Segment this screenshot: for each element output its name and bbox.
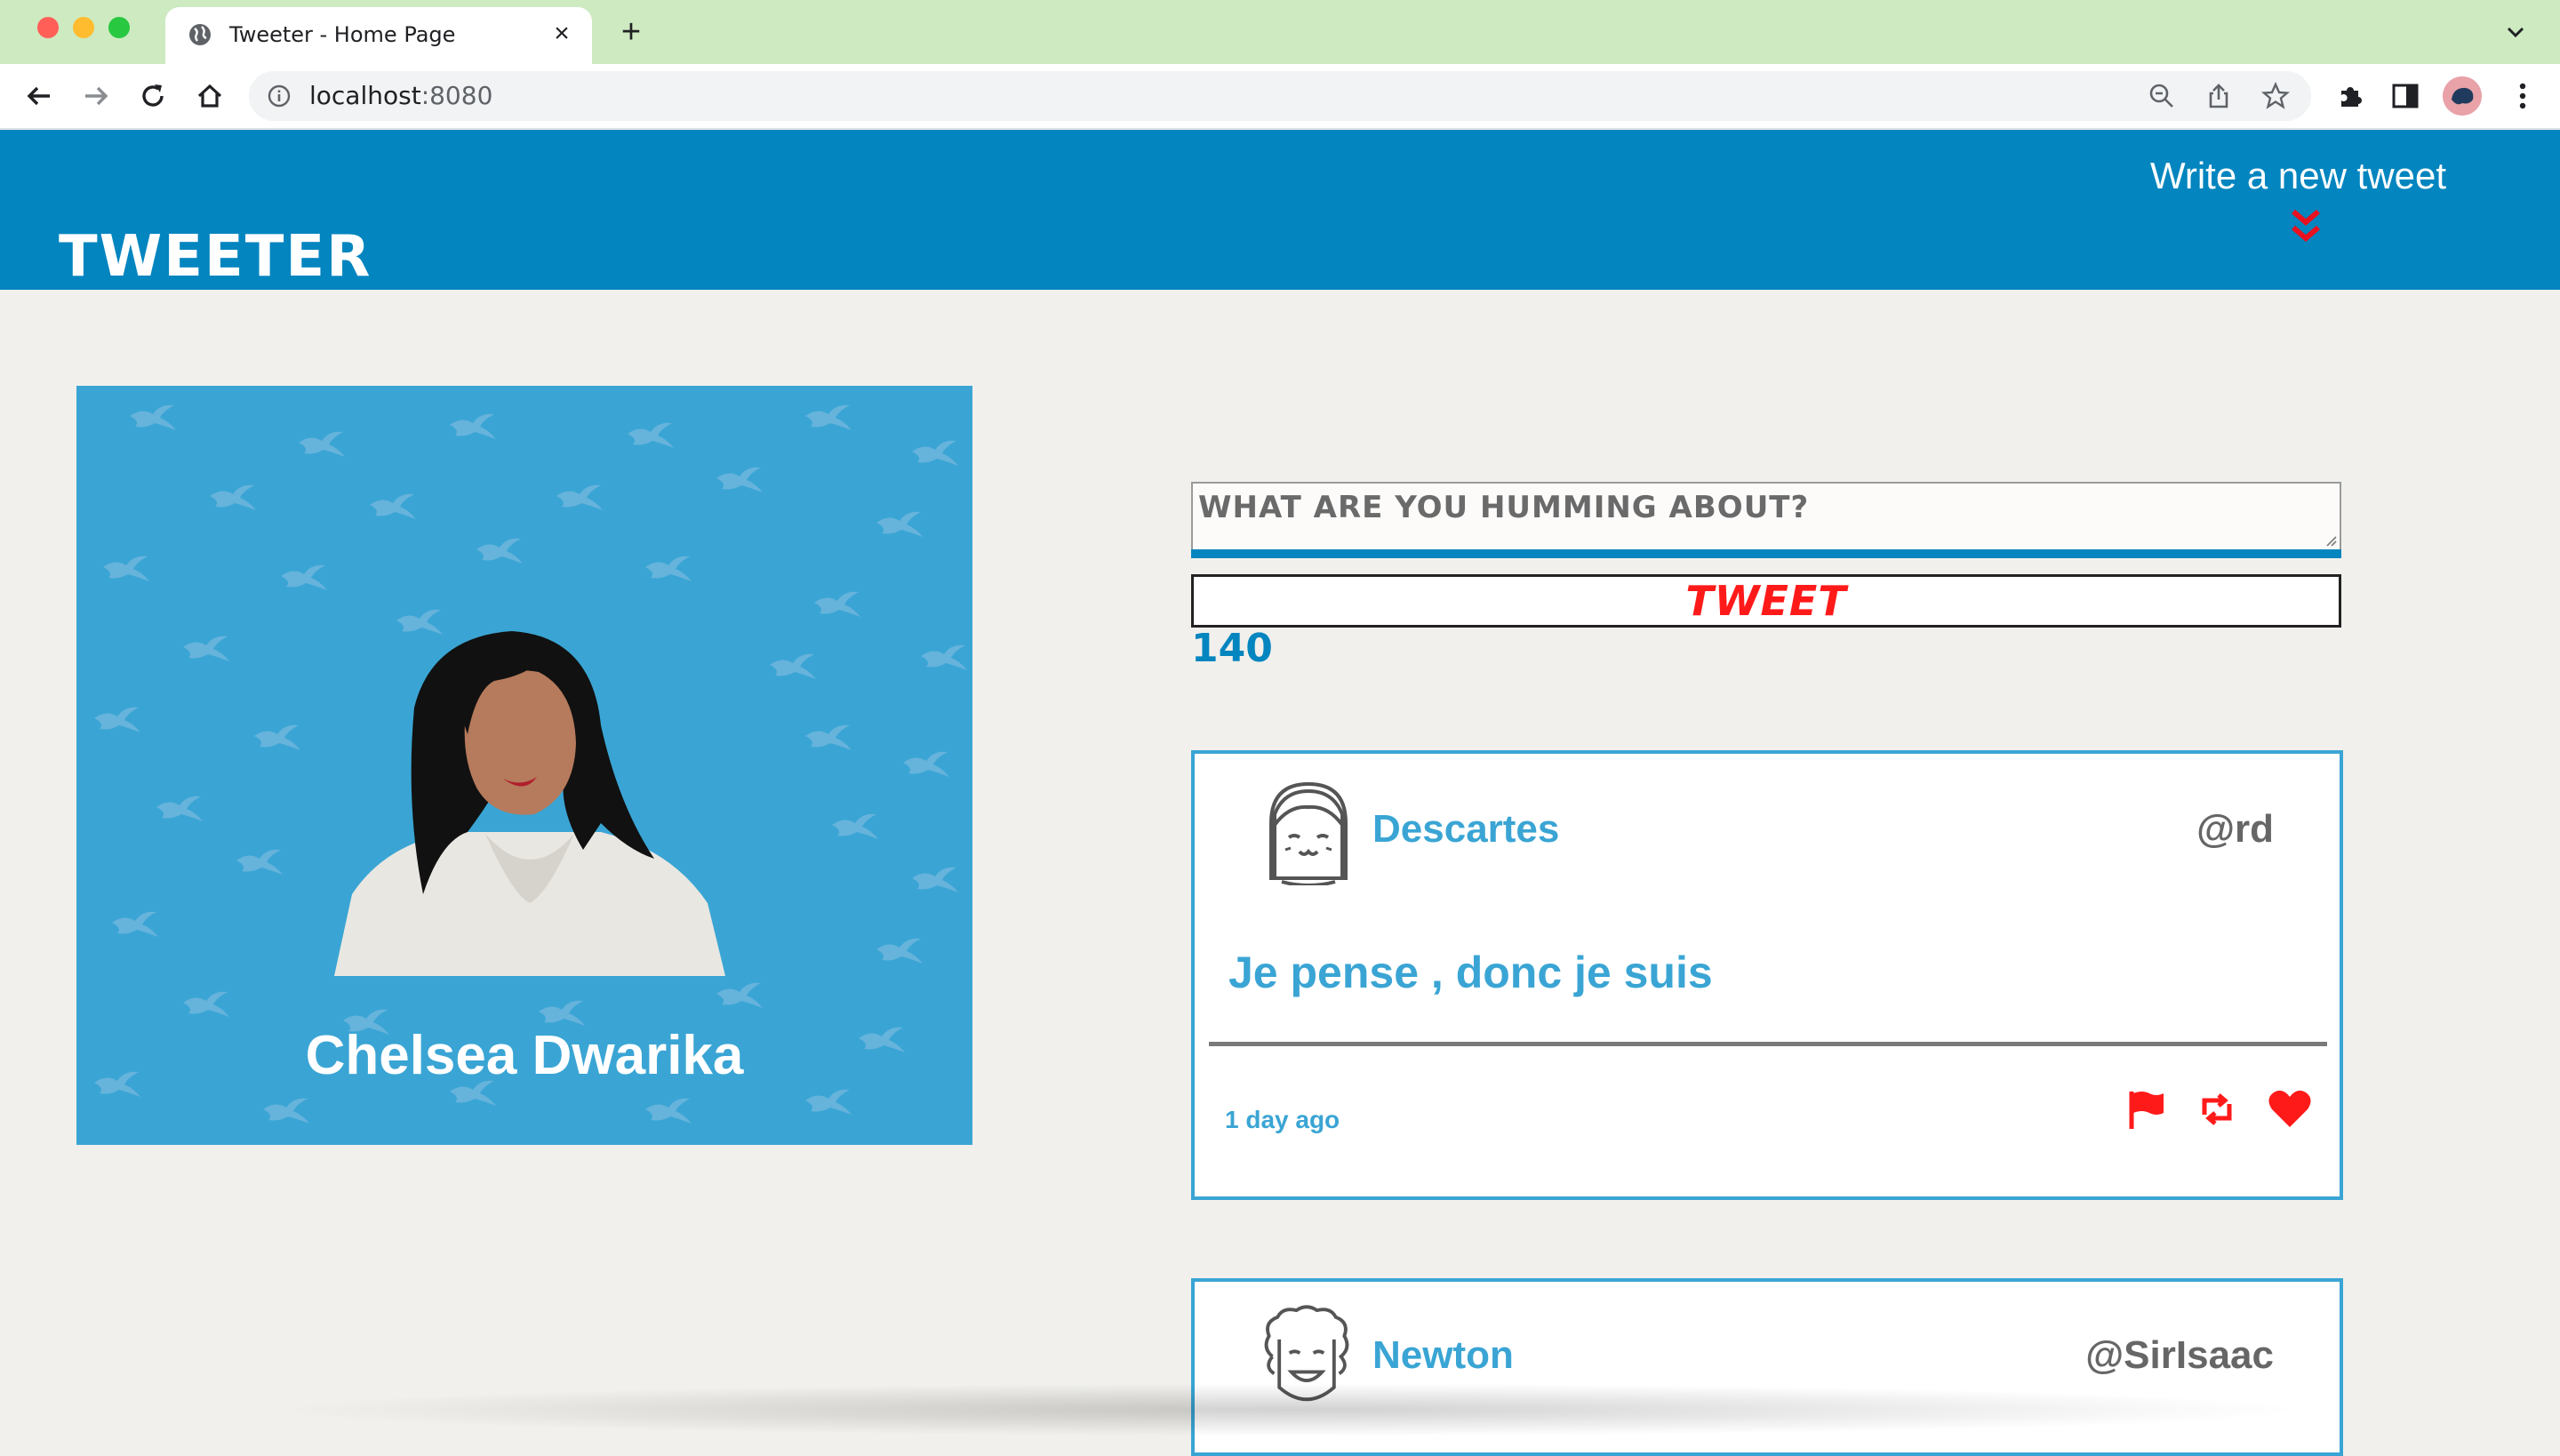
share-icon[interactable] — [2204, 82, 2233, 110]
close-window-button[interactable] — [37, 17, 59, 38]
reload-icon[interactable] — [133, 76, 172, 116]
tweet-textarea[interactable]: WHAT ARE YOU HUMMING ABOUT? — [1191, 482, 2341, 549]
descartes-avatar-icon — [1269, 781, 1348, 885]
tweet-author[interactable]: Newton — [1372, 1332, 1514, 1380]
close-tab-icon[interactable]: × — [548, 20, 576, 48]
double-chevron-down-icon[interactable] — [2288, 206, 2324, 249]
profile-avatar[interactable] — [2443, 76, 2482, 116]
globe-icon — [189, 24, 211, 45]
flag-icon[interactable] — [2124, 1088, 2167, 1131]
more-menu-icon[interactable] — [2503, 76, 2542, 116]
tweet-card: Descartes @rd Je pense , donc je suis 1 … — [1191, 750, 2343, 1200]
heart-icon[interactable] — [2267, 1088, 2313, 1131]
site-header: TWEETER Write a new tweet — [0, 130, 2560, 290]
character-counter: 140 — [1191, 626, 1273, 671]
tweet-text: Je pense , donc je suis — [1228, 948, 1713, 997]
forward-arrow-icon[interactable] — [76, 76, 116, 116]
site-logo[interactable]: TWEETER — [59, 226, 372, 288]
write-new-tweet-link[interactable]: Write a new tweet — [2150, 153, 2446, 199]
tweet-divider — [1209, 1042, 2327, 1046]
maximize-window-button[interactable] — [108, 17, 130, 38]
zoom-icon[interactable] — [2148, 82, 2176, 110]
side-panel-icon[interactable] — [2386, 76, 2425, 116]
profile-name: Chelsea Dwarika — [305, 1025, 744, 1086]
extensions-icon[interactable] — [2331, 76, 2370, 116]
tweet-author[interactable]: Descartes — [1372, 805, 1559, 853]
url-port: :8080 — [420, 81, 493, 110]
back-arrow-icon[interactable] — [20, 76, 59, 116]
chevron-down-icon[interactable] — [2501, 18, 2530, 46]
browser-tab-active[interactable]: Tweeter - Home Page × — [165, 7, 592, 64]
browser-toolbar: localhost:8080 — [0, 64, 2560, 129]
profile-photo — [334, 631, 725, 976]
user-avatar-icon — [2443, 76, 2482, 116]
tweet-submit-button[interactable]: TWEET — [1191, 574, 2341, 628]
page-bottom-shadow — [267, 1383, 2311, 1436]
new-tab-button[interactable]: + — [613, 14, 649, 50]
minimize-window-button[interactable] — [73, 17, 94, 38]
address-bar[interactable]: localhost:8080 — [249, 71, 2311, 121]
composer-underline — [1191, 549, 2341, 558]
profile-card: Chelsea Dwarika — [76, 386, 972, 1145]
url-host: localhost — [309, 81, 421, 110]
home-icon[interactable] — [190, 76, 229, 116]
tweet-handle[interactable]: @rd — [2196, 805, 2274, 853]
info-icon[interactable] — [267, 84, 292, 108]
bookmark-star-icon[interactable] — [2261, 82, 2290, 110]
tab-title: Tweeter - Home Page — [229, 22, 456, 47]
browser-tab-strip: Tweeter - Home Page × + — [0, 0, 2560, 64]
tweet-timestamp: 1 day ago — [1225, 1106, 1340, 1133]
tweet-handle[interactable]: @SirIsaac — [2085, 1332, 2274, 1380]
resize-handle-icon[interactable] — [2322, 532, 2338, 548]
url-text[interactable]: localhost:8080 — [309, 80, 492, 112]
retweet-icon[interactable] — [2196, 1088, 2238, 1131]
tweet-textarea-placeholder: WHAT ARE YOU HUMMING ABOUT? — [1198, 490, 1810, 525]
